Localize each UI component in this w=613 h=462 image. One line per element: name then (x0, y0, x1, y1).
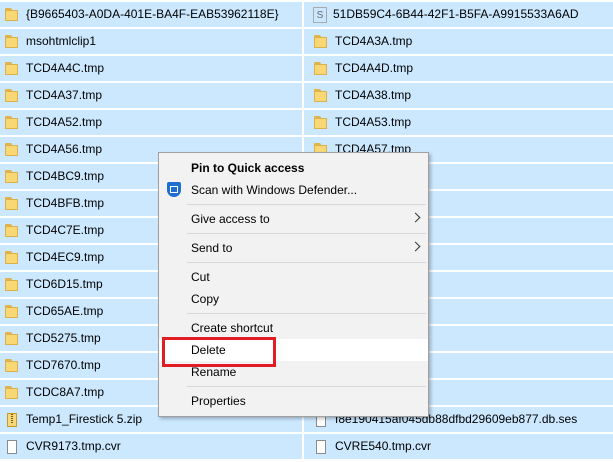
file-name: TCD4A4D.tmp (335, 61, 414, 75)
menu-item-copy[interactable]: Copy (159, 288, 428, 310)
folder-icon (4, 277, 20, 293)
folder-icon (4, 61, 20, 77)
folder-icon (4, 223, 20, 239)
file-name: TCD4BFB.tmp (26, 196, 105, 210)
menu-label: Pin to Quick access (191, 161, 305, 175)
folder-icon (313, 88, 329, 104)
menu-label: Give access to (191, 212, 270, 226)
menu-label: Cut (191, 270, 210, 284)
file-name: msohtmlclip1 (26, 34, 97, 48)
file-name: TCD7670.tmp (26, 358, 101, 372)
windows-defender-icon (167, 182, 181, 197)
file-name: {B9665403-A0DA-401E-BA4F-EAB53962118E} (26, 7, 279, 21)
folder-icon (4, 196, 20, 212)
chevron-right-icon (410, 212, 421, 223)
folder-icon (4, 142, 20, 158)
menu-separator (187, 386, 426, 387)
folder-icon (313, 34, 329, 50)
menu-label: Properties (191, 394, 246, 408)
file-icon (4, 439, 20, 455)
folder-icon (4, 88, 20, 104)
file-name: TCD4BC9.tmp (26, 169, 105, 183)
menu-label: Rename (191, 365, 237, 379)
menu-separator (187, 262, 426, 263)
folder-icon (4, 7, 20, 23)
file-name: TCD4EC9.tmp (26, 250, 105, 264)
file-icon (313, 439, 329, 455)
menu-label: Scan with Windows Defender... (191, 183, 358, 197)
file-name: TCD4C7E.tmp (26, 223, 105, 237)
menu-item-send-to[interactable]: Send to (159, 237, 428, 259)
file-name: TCDC8A7.tmp (26, 385, 105, 399)
document-icon: S (313, 6, 327, 23)
menu-item-create-shortcut[interactable]: Create shortcut (159, 317, 428, 339)
menu-label: Create shortcut (191, 321, 274, 335)
file-name: TCD4A4C.tmp (26, 61, 105, 75)
folder-icon (4, 304, 20, 320)
folder-icon (4, 115, 20, 131)
file-item[interactable]: TCD4A37.tmp (0, 83, 302, 108)
menu-label: Send to (191, 241, 233, 255)
file-name: TCD4A52.tmp (26, 115, 103, 129)
folder-icon (4, 169, 20, 185)
file-item[interactable]: TCD4A38.tmp (304, 83, 613, 108)
file-item[interactable]: TCD4A4C.tmp (0, 56, 302, 81)
file-name: TCD6D15.tmp (26, 277, 103, 291)
menu-item-scan-with-defender[interactable]: Scan with Windows Defender... (159, 179, 428, 201)
file-item[interactable]: msohtmlclip1 (0, 29, 302, 54)
file-item[interactable]: TCD4A52.tmp (0, 110, 302, 135)
file-name: TCD4A53.tmp (335, 115, 412, 129)
file-item[interactable]: S 51DB59C4-6B44-42F1-B5FA-A9915533A6AD (304, 2, 613, 27)
chevron-right-icon (410, 241, 421, 252)
file-name: 51DB59C4-6B44-42F1-B5FA-A9915533A6AD (333, 7, 579, 21)
menu-label: Copy (191, 292, 220, 306)
file-name: TCD4A56.tmp (26, 142, 103, 156)
file-name: CVRE540.tmp.cvr (335, 439, 432, 453)
menu-item-give-access-to[interactable]: Give access to (159, 208, 428, 230)
menu-label: Delete (191, 343, 226, 357)
folder-icon (4, 331, 20, 347)
file-item[interactable]: TCD4A3A.tmp (304, 29, 613, 54)
file-name: TCD4A38.tmp (335, 88, 412, 102)
file-name: CVR9173.tmp.cvr (26, 439, 121, 453)
menu-item-properties[interactable]: Properties (159, 390, 428, 412)
menu-item-delete[interactable]: Delete (159, 339, 428, 361)
file-name: TCD65AE.tmp (26, 304, 104, 318)
file-name: TCD5275.tmp (26, 331, 101, 345)
menu-separator (187, 313, 426, 314)
folder-icon (4, 250, 20, 266)
folder-icon (4, 358, 20, 374)
folder-icon (313, 61, 329, 77)
file-name: Temp1_Firestick 5.zip (26, 412, 143, 426)
context-menu: Pin to Quick access Scan with Windows De… (158, 152, 429, 417)
folder-icon (4, 34, 20, 50)
file-item[interactable]: CVR9173.tmp.cvr (0, 434, 302, 459)
menu-item-pin-to-quick-access[interactable]: Pin to Quick access (159, 157, 428, 179)
file-item[interactable]: CVRE540.tmp.cvr (304, 434, 613, 459)
zip-icon (4, 412, 20, 428)
menu-item-cut[interactable]: Cut (159, 266, 428, 288)
folder-icon (4, 385, 20, 401)
file-item[interactable]: TCD4A4D.tmp (304, 56, 613, 81)
menu-item-rename[interactable]: Rename (159, 361, 428, 383)
file-name: TCD4A3A.tmp (335, 34, 413, 48)
file-name: TCD4A37.tmp (26, 88, 103, 102)
menu-separator (187, 233, 426, 234)
file-item[interactable]: {B9665403-A0DA-401E-BA4F-EAB53962118E} (0, 2, 302, 27)
file-item[interactable]: TCD4A53.tmp (304, 110, 613, 135)
menu-separator (187, 204, 426, 205)
folder-icon (313, 115, 329, 131)
